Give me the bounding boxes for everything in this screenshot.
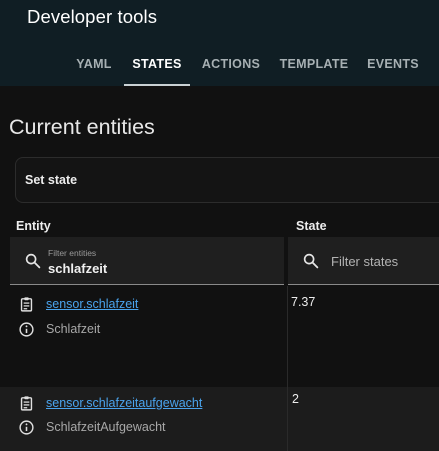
set-state-panel[interactable]: Set state xyxy=(15,157,439,203)
table-row: sensor.schlafzeit Schlafzeit 7.37 xyxy=(0,286,439,387)
search-icon xyxy=(24,252,42,275)
entity-filter-field[interactable]: Filter entities schlafzeit xyxy=(10,237,284,285)
friendly-name: Schlafzeit xyxy=(46,322,101,336)
table-row: sensor.schlafzeitaufgewacht SchlafzeitAu… xyxy=(0,387,439,451)
tab-events[interactable]: EVENTS xyxy=(362,48,424,86)
state-filter-placeholder: Filter states xyxy=(331,254,399,269)
state-cell: 7.37 xyxy=(287,286,439,387)
entity-filter-value: schlafzeit xyxy=(48,261,108,276)
entity-cell: sensor.schlafzeit Schlafzeit xyxy=(10,286,287,387)
state-cell: 2 xyxy=(287,387,439,451)
entity-id-link[interactable]: sensor.schlafzeitaufgewacht xyxy=(46,396,202,410)
friendly-name: SchlafzeitAufgewacht xyxy=(46,420,166,434)
app-title: Developer tools xyxy=(27,6,158,27)
state-value: 2 xyxy=(292,392,299,406)
entity-filter-label: Filter entities xyxy=(48,248,97,258)
page-title: Current entities xyxy=(9,115,155,139)
search-icon xyxy=(302,252,320,275)
state-value: 7.37 xyxy=(291,295,316,309)
tab-states[interactable]: STATES xyxy=(124,48,190,86)
column-header-state: State xyxy=(296,219,327,233)
information-outline-icon[interactable] xyxy=(18,419,35,441)
column-divider xyxy=(287,286,288,387)
tab-bar: YAML STATES ACTIONS TEMPLATE EVENTS xyxy=(0,48,439,86)
tab-template[interactable]: TEMPLATE xyxy=(274,48,354,86)
clipboard-list-icon[interactable] xyxy=(18,296,35,318)
state-filter-field[interactable]: Filter states xyxy=(288,237,439,285)
clipboard-list-icon[interactable] xyxy=(18,395,35,417)
tab-actions[interactable]: ACTIONS xyxy=(196,48,266,86)
column-header-entity: Entity xyxy=(16,219,51,233)
information-outline-icon[interactable] xyxy=(18,321,35,343)
app-header: Developer tools YAML STATES ACTIONS TEMP… xyxy=(0,0,439,86)
entity-id-link[interactable]: sensor.schlafzeit xyxy=(46,297,138,311)
set-state-label: Set state xyxy=(25,173,78,187)
entity-cell: sensor.schlafzeitaufgewacht SchlafzeitAu… xyxy=(10,387,287,451)
tab-yaml[interactable]: YAML xyxy=(66,48,122,86)
